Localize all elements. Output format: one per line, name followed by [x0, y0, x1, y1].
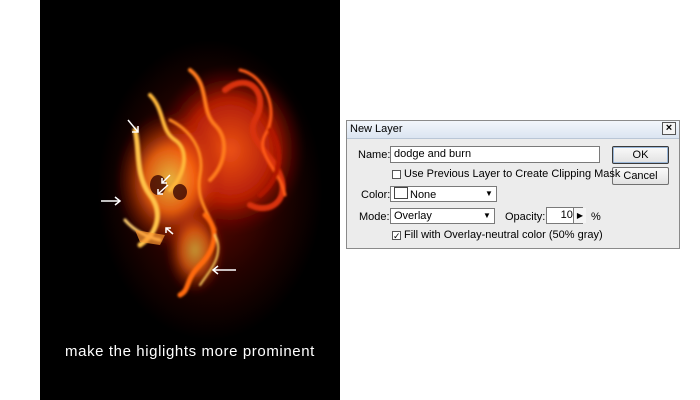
name-label: Name:	[358, 149, 391, 161]
ok-button[interactable]: OK	[612, 146, 669, 164]
check-icon: ✓	[393, 231, 401, 241]
close-icon[interactable]: ×	[662, 122, 676, 135]
mode-value: Overlay	[394, 210, 432, 222]
arrow-icon-6	[211, 265, 236, 275]
chevron-down-icon: ▼	[485, 189, 493, 198]
mode-label: Mode:	[359, 211, 390, 223]
layer-name-input[interactable]: dodge and burn	[390, 146, 600, 163]
color-value: None	[410, 189, 437, 201]
chevron-down-icon: ▼	[483, 211, 491, 220]
caption-text: make the higlights more prominent	[65, 343, 315, 360]
cancel-button[interactable]: Cancel	[612, 167, 669, 185]
opacity-unit: %	[591, 211, 601, 223]
opacity-slider-arrow-icon[interactable]: ▶	[573, 208, 586, 223]
color-select[interactable]: None ▼	[390, 186, 497, 202]
fill-neutral-label: Fill with Overlay-neutral color (50% gra…	[404, 229, 603, 241]
artwork-canvas: make the higlights more prominent	[40, 0, 340, 400]
color-label: Color:	[361, 189, 391, 201]
mode-select[interactable]: Overlay ▼	[390, 208, 495, 224]
new-layer-dialog: New Layer × Name: dodge and burn OK Canc…	[346, 120, 680, 249]
color-swatch	[394, 187, 408, 199]
clipping-mask-label: Use Previous Layer to Create Clipping Ma…	[404, 168, 621, 180]
arrow-icon-4	[101, 196, 122, 206]
flaming-skull-image	[101, 65, 305, 298]
dialog-titlebar[interactable]: New Layer ×	[347, 121, 679, 139]
clipping-mask-checkbox[interactable]	[392, 170, 401, 179]
dialog-title: New Layer	[350, 123, 403, 135]
fill-neutral-checkbox[interactable]: ✓	[392, 231, 401, 241]
opacity-label: Opacity:	[505, 211, 546, 223]
